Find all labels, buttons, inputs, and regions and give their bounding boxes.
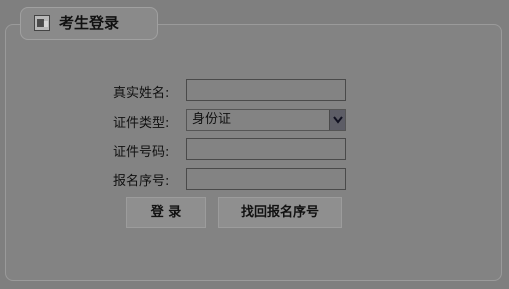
id-number-field[interactable] xyxy=(186,138,346,160)
recover-reg-number-button[interactable]: 找回报名序号 xyxy=(218,197,342,228)
panel-header: 考生登录 xyxy=(20,7,158,40)
login-button[interactable]: 登 录 xyxy=(126,197,206,228)
page-title: 考生登录 xyxy=(59,14,120,32)
id-type-label: 证件类型: xyxy=(113,116,170,131)
id-number-label: 证件号码: xyxy=(113,145,170,160)
name-field[interactable] xyxy=(186,79,346,101)
login-icon xyxy=(34,15,50,31)
name-label: 真实姓名: xyxy=(113,86,170,101)
reg-number-label: 报名序号: xyxy=(113,174,170,189)
reg-number-field[interactable] xyxy=(186,168,346,190)
chevron-down-icon[interactable] xyxy=(329,110,345,130)
id-type-selected-value: 身份证 xyxy=(192,112,232,127)
id-type-select[interactable]: 身份证 xyxy=(186,109,346,131)
